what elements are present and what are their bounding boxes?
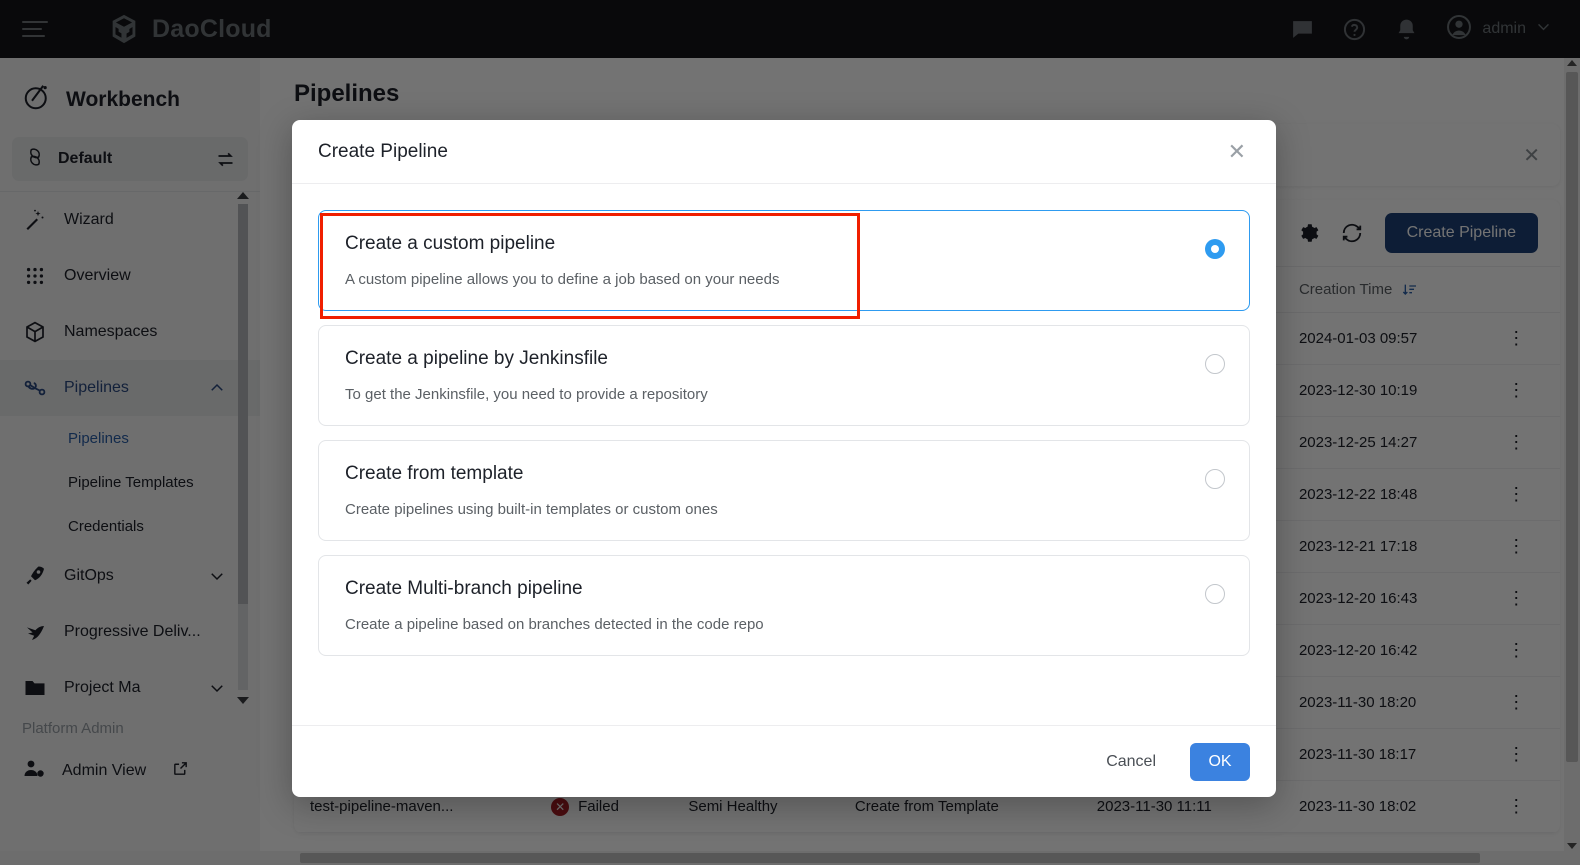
option-title: Create Multi-branch pipeline	[345, 578, 1223, 600]
option-create-multi-branch-pipeline[interactable]: Create Multi-branch pipeline Create a pip…	[318, 555, 1250, 656]
option-title: Create a pipeline by Jenkinsfile	[345, 348, 1223, 370]
option-title: Create from template	[345, 463, 1223, 485]
cancel-button[interactable]: Cancel	[1090, 743, 1172, 781]
dialog-title: Create Pipeline	[318, 141, 448, 163]
radio-button[interactable]	[1205, 354, 1225, 374]
radio-button[interactable]	[1205, 469, 1225, 489]
radio-button[interactable]	[1205, 584, 1225, 604]
option-create-a-custom-pipeline[interactable]: Create a custom pipeline A custom pipelin…	[318, 210, 1250, 311]
dialog-header: Create Pipeline ✕	[292, 120, 1276, 184]
option-description: To get the Jenkinsfile, you need to prov…	[345, 386, 1223, 403]
dialog-body: Create a custom pipeline A custom pipelin…	[292, 184, 1276, 725]
close-icon[interactable]: ✕	[1228, 141, 1246, 163]
option-description: Create pipelines using built-in template…	[345, 501, 1223, 518]
option-title: Create a custom pipeline	[345, 233, 1223, 255]
create-pipeline-dialog: Create Pipeline ✕ Create a custom pipeli…	[292, 120, 1276, 797]
app-root: Pipelines ✕ Create Pipeline Name Status	[0, 0, 1580, 865]
dialog-footer: Cancel OK	[292, 725, 1276, 797]
option-description: Create a pipeline based on branches dete…	[345, 616, 1223, 633]
ok-button[interactable]: OK	[1190, 743, 1250, 781]
radio-button[interactable]	[1205, 239, 1225, 259]
option-create-a-pipeline-by-jenkinsfile[interactable]: Create a pipeline by Jenkinsfile To get t…	[318, 325, 1250, 426]
option-description: A custom pipeline allows you to define a…	[345, 271, 1223, 288]
option-create-from-template[interactable]: Create from template Create pipelines usi…	[318, 440, 1250, 541]
